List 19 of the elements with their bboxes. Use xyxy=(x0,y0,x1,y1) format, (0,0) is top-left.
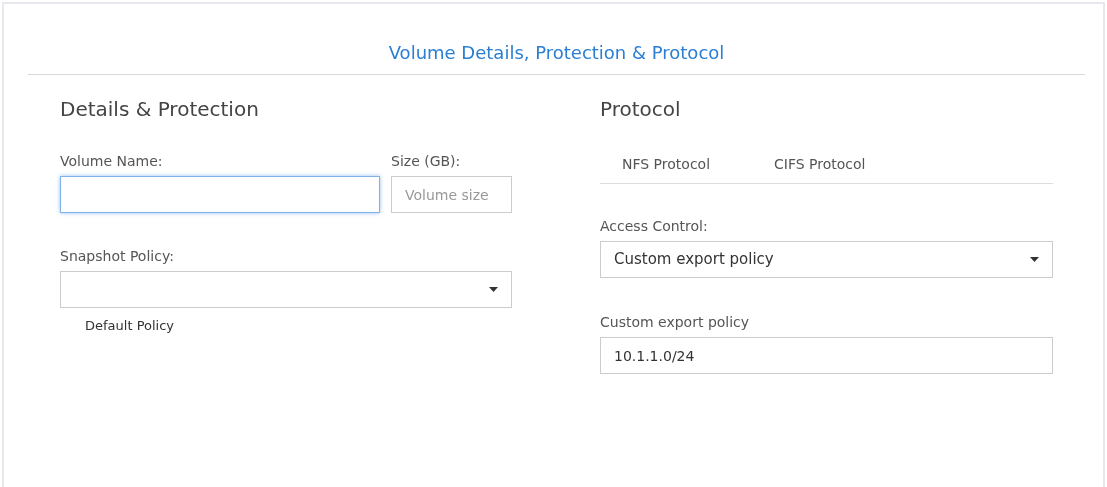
field-label: Size (GB): xyxy=(391,152,462,171)
policy-note: Default Policy xyxy=(85,317,176,335)
access-control-dropdown[interactable]: Custom export policy xyxy=(600,241,1053,278)
volume-size-field[interactable]: Volume size xyxy=(391,176,512,213)
snapshot-policy-dropdown[interactable] xyxy=(60,271,512,308)
field-label: Volume Name: xyxy=(60,152,164,171)
field-label: Snapshot Policy: xyxy=(60,247,175,266)
caret-icon xyxy=(489,287,498,292)
field-label: Access Control: xyxy=(600,217,709,236)
volume-name-field[interactable] xyxy=(60,176,380,213)
field-label: Custom export policy xyxy=(600,313,751,332)
dropdown-value: Custom export policy xyxy=(614,249,774,271)
export-policy-field[interactable]: 10.1.1.0/24 xyxy=(600,337,1053,374)
section-heading: Protocol xyxy=(600,97,682,121)
section-heading: Details & Protection xyxy=(60,97,260,121)
protocol-tab[interactable]: NFS Protocol xyxy=(622,154,711,175)
form-title: Volume Details, Protection & Protocol xyxy=(28,4,1085,75)
protocol-tab[interactable]: CIFS Protocol xyxy=(774,154,866,175)
caret-icon xyxy=(1030,257,1039,262)
